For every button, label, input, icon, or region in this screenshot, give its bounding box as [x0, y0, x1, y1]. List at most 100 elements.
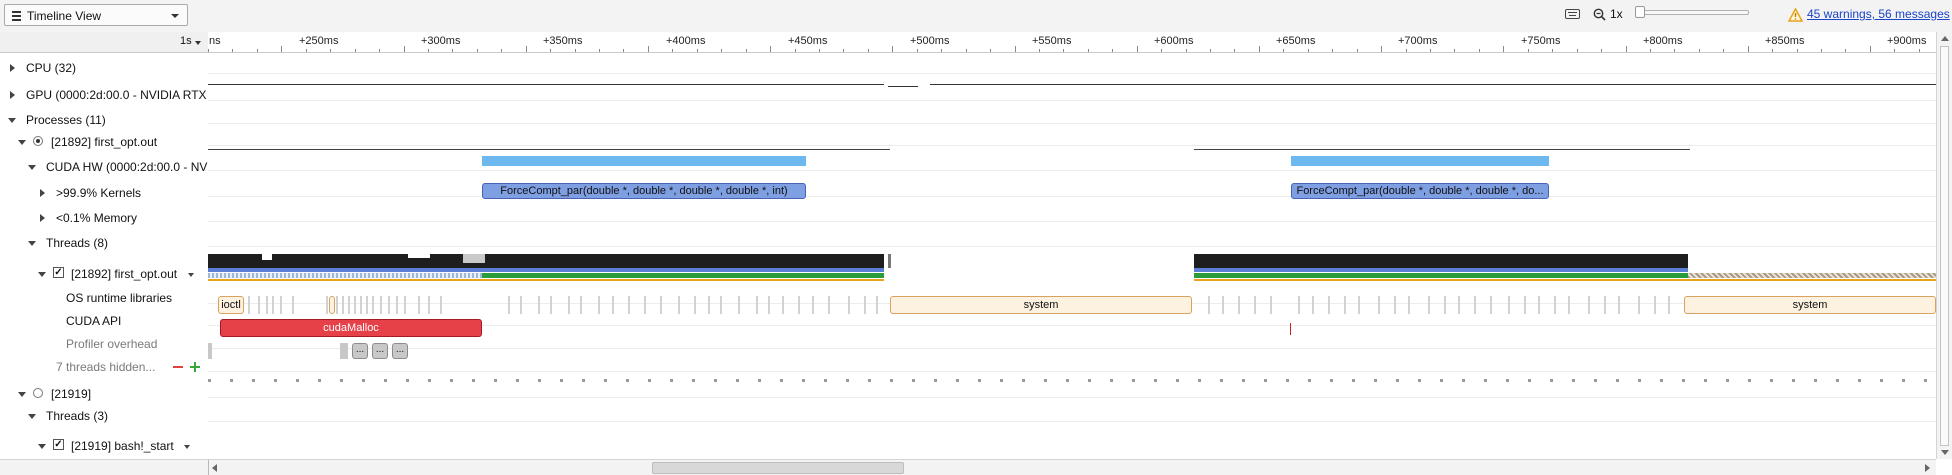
os-runtime-call[interactable] — [336, 296, 338, 314]
os-runtime-call[interactable] — [380, 296, 382, 314]
collapse-icon[interactable] — [38, 444, 46, 449]
tree-row-hidden-threads[interactable]: 7 threads hidden... — [0, 357, 208, 377]
os-runtime-call[interactable] — [598, 296, 600, 314]
os-runtime-call[interactable] — [1554, 296, 1556, 314]
profiler-overhead-collapsed[interactable]: ... — [392, 343, 408, 359]
collapse-icon[interactable] — [18, 140, 26, 145]
os-runtime-call[interactable] — [694, 296, 696, 314]
time-ruler[interactable]: ns +250ms +300ms +350ms +400ms +450ms +5… — [208, 32, 1944, 53]
tree-row-threads[interactable]: Threads (8) — [0, 233, 208, 253]
os-runtime-call[interactable] — [828, 296, 830, 314]
os-runtime-call[interactable] — [266, 296, 268, 314]
os-runtime-call[interactable] — [1298, 296, 1300, 314]
os-runtime-call[interactable] — [1428, 296, 1430, 314]
os-runtime-call[interactable] — [1668, 296, 1670, 314]
os-runtime-call[interactable] — [354, 296, 356, 314]
os-runtime-call[interactable] — [738, 296, 740, 314]
collapse-icon[interactable] — [28, 165, 36, 170]
expand-icon[interactable] — [40, 214, 45, 222]
tree-row-cpu[interactable]: CPU (32) — [0, 58, 208, 78]
os-runtime-call[interactable] — [756, 296, 758, 314]
os-runtime-call[interactable] — [1568, 296, 1570, 314]
os-runtime-call[interactable] — [644, 296, 646, 314]
os-runtime-call[interactable] — [1538, 296, 1540, 314]
expand-icon[interactable] — [40, 189, 45, 197]
expand-icon[interactable] — [10, 64, 15, 72]
time-scale-selector[interactable]: 1s — [0, 32, 209, 53]
os-runtime-call[interactable] — [1508, 296, 1510, 314]
kernel-force-compt-1[interactable]: ForceCompt_par(double *, double *, doubl… — [482, 183, 806, 199]
os-runtime-call[interactable] — [372, 296, 374, 314]
tree-row-cuda-api[interactable]: CUDA API — [0, 311, 208, 331]
os-runtime-call[interactable] — [1270, 296, 1272, 314]
collapse-icon[interactable] — [28, 414, 36, 419]
os-runtime-call[interactable] — [348, 296, 350, 314]
view-selector[interactable]: Timeline View — [4, 4, 188, 26]
chevron-down-icon[interactable] — [184, 445, 190, 449]
os-runtime-call[interactable] — [628, 296, 630, 314]
os-runtime-call[interactable] — [708, 296, 710, 314]
horizontal-scroll-thumb[interactable] — [652, 462, 904, 474]
os-runtime-call[interactable] — [1444, 296, 1446, 314]
os-runtime-call[interactable] — [812, 296, 814, 314]
os-runtime-call[interactable] — [404, 296, 406, 314]
os-runtime-call[interactable] — [848, 296, 850, 314]
thread-checkbox[interactable]: ✓ — [53, 267, 64, 278]
os-runtime-call[interactable] — [864, 296, 866, 314]
os-runtime-call[interactable] — [342, 296, 344, 314]
os-runtime-call[interactable] — [1312, 296, 1314, 314]
os-runtime-call[interactable] — [1654, 296, 1656, 314]
tree-row-processes[interactable]: Processes (11) — [0, 110, 208, 130]
tree-row-kernels[interactable]: >99.9% Kernels — [0, 183, 208, 203]
vertical-scroll-thumb[interactable] — [1940, 46, 1949, 446]
os-runtime-call[interactable] — [280, 296, 282, 314]
os-runtime-call[interactable] — [388, 296, 390, 314]
os-runtime-call[interactable] — [396, 296, 398, 314]
tree-row-memory[interactable]: <0.1% Memory — [0, 208, 208, 228]
kernel-force-compt-2[interactable]: ForceCompt_par(double *, double *, doubl… — [1291, 183, 1549, 199]
ioctl-call[interactable]: ioctl — [218, 296, 244, 314]
os-runtime-call[interactable] — [550, 296, 552, 314]
profiler-overhead-collapsed[interactable]: ... — [372, 343, 388, 359]
collapse-icon[interactable] — [28, 241, 36, 246]
os-runtime-call[interactable] — [1588, 296, 1590, 314]
keyboard-icon[interactable] — [1565, 9, 1580, 19]
os-runtime-call[interactable] — [1208, 296, 1210, 314]
os-runtime-call[interactable] — [272, 296, 274, 314]
process-radio[interactable] — [33, 136, 43, 146]
os-runtime-call[interactable] — [1604, 296, 1606, 314]
os-runtime-call[interactable] — [1238, 296, 1240, 314]
system-call-1[interactable]: system — [890, 296, 1192, 314]
os-runtime-call[interactable] — [1618, 296, 1620, 314]
os-runtime-call[interactable] — [1490, 296, 1492, 314]
os-runtime-call[interactable] — [876, 296, 878, 314]
os-runtime-call[interactable] — [798, 296, 800, 314]
tree-row-profiler-overhead[interactable]: Profiler overhead — [0, 334, 208, 354]
expand-icon[interactable] — [10, 91, 15, 99]
plus-icon[interactable] — [190, 362, 200, 372]
scroll-down-icon[interactable] — [1941, 450, 1949, 455]
os-runtime-call[interactable] — [258, 296, 260, 314]
collapse-icon[interactable] — [8, 118, 16, 123]
os-runtime-call[interactable] — [782, 296, 784, 314]
collapse-icon[interactable] — [38, 272, 46, 277]
kernel-activity-bar[interactable] — [1291, 156, 1549, 166]
collapse-icon[interactable] — [18, 392, 26, 397]
os-runtime-call[interactable] — [326, 296, 328, 314]
os-runtime-call[interactable] — [329, 296, 335, 314]
chevron-down-icon[interactable] — [188, 273, 194, 277]
os-runtime-call[interactable] — [1474, 296, 1476, 314]
os-runtime-call[interactable] — [1394, 296, 1396, 314]
zoom-slider[interactable] — [1635, 10, 1749, 15]
zoom-slider-handle[interactable] — [1635, 6, 1645, 18]
os-runtime-call[interactable] — [1638, 296, 1640, 314]
timeline-canvas[interactable]: ForceCompt_par(double *, double *, doubl… — [208, 53, 1936, 459]
tree-row-threads-2[interactable]: Threads (3) — [0, 406, 208, 426]
os-runtime-call[interactable] — [1254, 296, 1256, 314]
os-runtime-call[interactable] — [508, 296, 510, 314]
tree-row-gpu[interactable]: GPU (0000:2d:00.0 - NVIDIA RTX — [0, 85, 208, 105]
os-runtime-call[interactable] — [1408, 296, 1410, 314]
scroll-left-icon[interactable] — [212, 464, 217, 472]
kernel-activity-bar[interactable] — [482, 156, 806, 166]
os-runtime-call[interactable] — [678, 296, 680, 314]
